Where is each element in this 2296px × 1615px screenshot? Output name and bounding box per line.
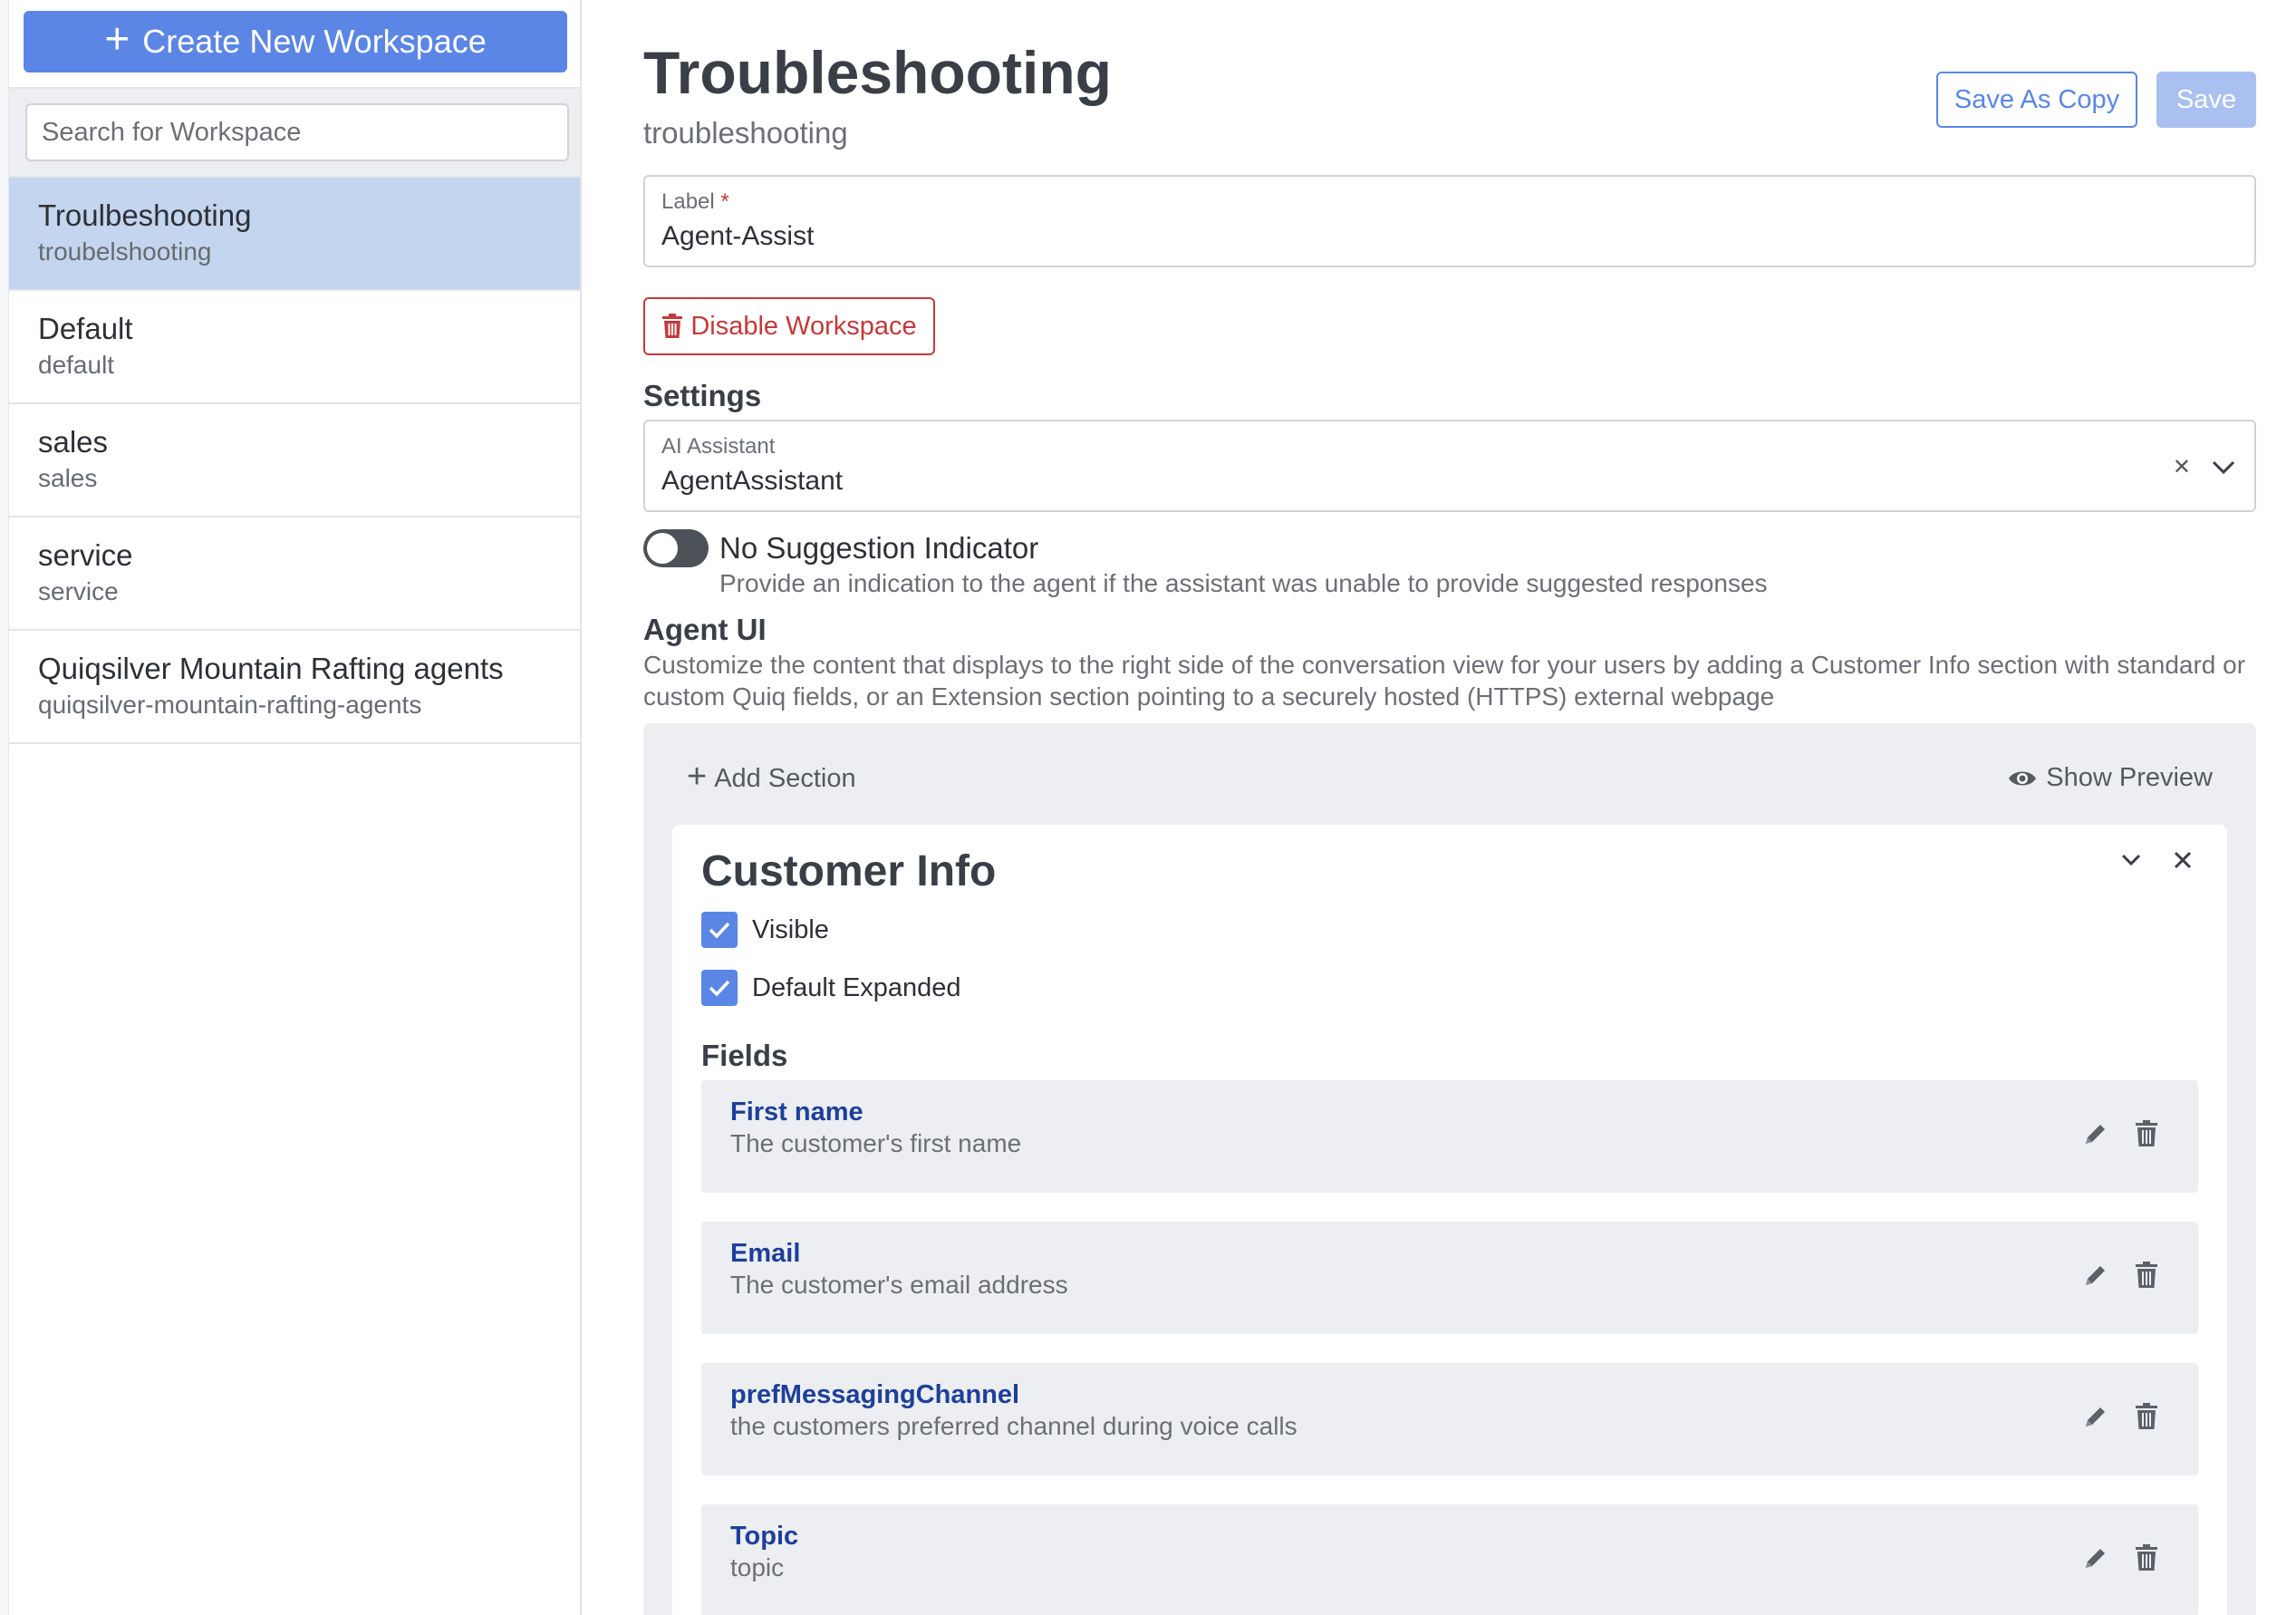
close-icon[interactable]: [2173, 850, 2193, 870]
default-expanded-checkbox[interactable]: Default Expanded: [701, 970, 961, 1006]
workspace-search-input[interactable]: [25, 103, 569, 161]
no-suggestion-label: No Suggestion Indicator: [719, 531, 1039, 565]
field-row: Email The customer's email address: [701, 1222, 2198, 1334]
pencil-icon[interactable]: [2082, 1403, 2109, 1430]
field-name: Topic: [730, 1522, 799, 1551]
collapse-chevron-icon[interactable]: [2120, 853, 2142, 867]
pencil-icon[interactable]: [2082, 1544, 2109, 1571]
section-actions: [2120, 850, 2193, 870]
no-suggestion-help: Provide an indication to the agent if th…: [719, 569, 1768, 597]
trash-icon[interactable]: [2135, 1403, 2158, 1430]
field-row: prefMessagingChannel the customers prefe…: [701, 1363, 2198, 1475]
ai-assistant-select[interactable]: AI Assistant AgentAssistant ✕: [643, 420, 2256, 512]
workspace-label: Default: [38, 312, 133, 345]
field-description: the customers preferred channel during v…: [730, 1412, 1298, 1440]
workspace-label: sales: [38, 425, 109, 459]
add-section-label: Add Section: [714, 763, 856, 793]
field-description: The customer's first name: [730, 1129, 1022, 1157]
clear-icon[interactable]: ✕: [2173, 454, 2191, 480]
workspace-label: Quiqsilver Mountain Rafting agents: [38, 652, 504, 685]
workspace-item-quiqsilver[interactable]: Quiqsilver Mountain Rafting agents quiqs…: [9, 631, 580, 744]
workspace-name: sales: [38, 464, 98, 492]
workspace-item-sales[interactable]: sales sales: [9, 404, 580, 517]
toggle-knob: [647, 533, 678, 564]
page-title: Troubleshooting: [643, 39, 1112, 106]
ai-assistant-value: AgentAssistant: [661, 466, 844, 496]
label-field-value: Agent-Assist: [661, 221, 815, 251]
show-preview-label: Show Preview: [2046, 763, 2213, 792]
default-expanded-label: Default Expanded: [752, 972, 961, 1002]
field-actions: [2082, 1262, 2158, 1289]
workspace-item-service[interactable]: service service: [9, 517, 580, 631]
workspace-name: troubelshooting: [38, 237, 212, 266]
workspace-name: default: [38, 351, 115, 379]
eye-icon: [2008, 769, 2037, 788]
label-caption-text: Label: [661, 189, 715, 214]
check-icon: [701, 970, 738, 1006]
chevron-down-icon[interactable]: [2211, 459, 2236, 476]
workspace-name: service: [38, 577, 119, 605]
visible-label: Visible: [752, 914, 829, 944]
field-row: Topic topic: [701, 1504, 2198, 1615]
trash-icon[interactable]: [2135, 1262, 2158, 1289]
check-icon: [701, 912, 738, 948]
field-actions: [2082, 1120, 2158, 1147]
agent-ui-title: Agent UI: [643, 613, 767, 646]
trash-icon[interactable]: [2135, 1544, 2158, 1571]
workspace-item-default[interactable]: Default default: [9, 291, 580, 404]
trash-icon[interactable]: [2135, 1120, 2158, 1147]
section-title: Customer Info: [701, 847, 997, 895]
visible-checkbox[interactable]: Visible: [701, 912, 829, 948]
add-section-button[interactable]: + Add Section: [687, 759, 856, 794]
save-as-copy-button[interactable]: Save As Copy: [1936, 72, 2137, 128]
settings-title: Settings: [643, 379, 762, 412]
disable-workspace-label: Disable Workspace: [690, 311, 917, 341]
plus-icon: +: [104, 15, 130, 63]
workspace-item-troubleshooting[interactable]: Troulbeshooting troubelshooting: [9, 178, 580, 291]
field-name: prefMessagingChannel: [730, 1380, 1020, 1409]
field-row: First name The customer's first name: [701, 1080, 2198, 1193]
agent-ui-description: Customize the content that displays to t…: [643, 651, 2246, 711]
workspace-sidebar: + Create New Workspace Troulbeshooting t…: [9, 0, 582, 1615]
field-actions: [2082, 1403, 2158, 1430]
save-button[interactable]: Save: [2156, 72, 2256, 128]
field-description: The customer's email address: [730, 1271, 1068, 1299]
field-description: topic: [730, 1553, 785, 1581]
workspace-name: quiqsilver-mountain-rafting-agents: [38, 691, 422, 719]
field-name: First name: [730, 1098, 863, 1127]
disable-workspace-button[interactable]: Disable Workspace: [643, 297, 935, 355]
trash-icon: [661, 314, 683, 339]
window-edge: [0, 0, 9, 1615]
no-suggestion-toggle[interactable]: [643, 529, 709, 567]
show-preview-button[interactable]: Show Preview: [2008, 763, 2213, 793]
workspace-label: Troulbeshooting: [38, 198, 252, 232]
create-workspace-label: Create New Workspace: [142, 23, 487, 60]
create-wrap: + Create New Workspace: [9, 0, 580, 89]
customer-info-section: Customer Info Visible Default Expanded F…: [672, 825, 2227, 1615]
pencil-icon[interactable]: [2082, 1120, 2109, 1147]
pencil-icon[interactable]: [2082, 1262, 2109, 1289]
label-field-caption: Label *: [661, 189, 2238, 215]
search-wrap: [9, 89, 580, 178]
page-subtitle: troubleshooting: [643, 116, 848, 150]
label-field[interactable]: Label * Agent-Assist: [643, 175, 2256, 267]
agent-ui-panel: + Add Section Show Preview Customer Info: [643, 723, 2256, 1615]
select-icons: ✕: [2173, 454, 2236, 480]
create-workspace-button[interactable]: + Create New Workspace: [24, 11, 567, 73]
required-mark: *: [720, 189, 729, 214]
fields-title: Fields: [701, 1039, 788, 1072]
field-name: Email: [730, 1239, 801, 1268]
ai-assistant-caption: AI Assistant: [661, 434, 776, 459]
workspace-label: service: [38, 538, 133, 572]
field-actions: [2082, 1544, 2158, 1571]
plus-icon: +: [687, 758, 708, 796]
